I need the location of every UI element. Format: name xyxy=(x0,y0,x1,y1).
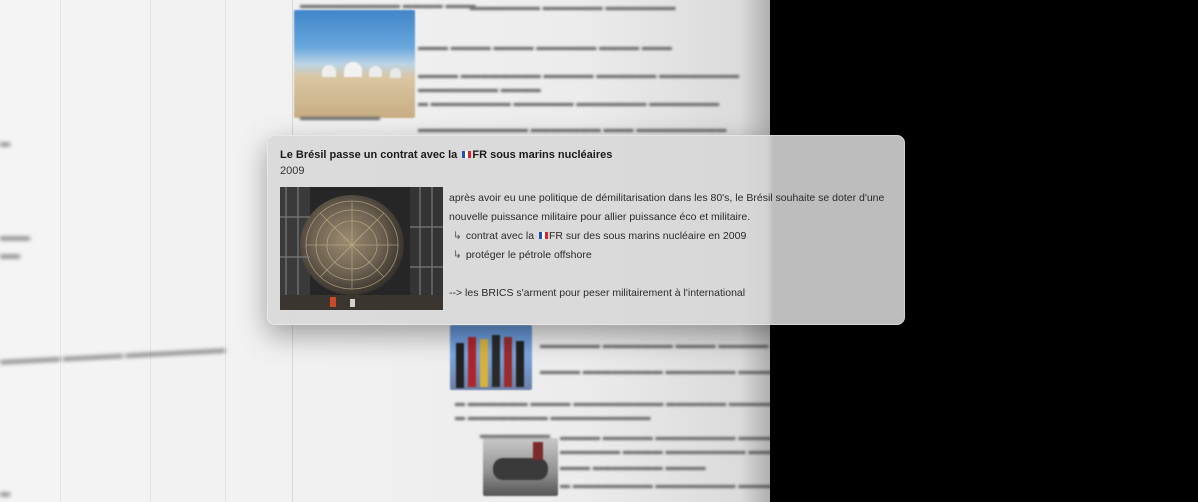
bullet-item: ↳ contrat avec la FR sur des sous marins … xyxy=(449,227,879,246)
blurred-text: ▬▬▬ xyxy=(0,232,30,243)
conclusion-line: --> les BRICS s'arment pour peser milita… xyxy=(449,287,746,299)
blurred-text: ▬▬▬▬ ▬▬▬▬▬▬▬▬ ▬▬▬▬▬ ▬▬▬▬▬▬ ▬▬▬▬▬▬▬▬ xyxy=(418,70,740,81)
blurred-text: ▬▬▬▬▬▬▬ xyxy=(480,430,550,441)
blurred-text: ▬ ▬▬▬▬▬▬ ▬▬▬▬ ▬▬▬▬▬▬▬▬▬ ▬▬▬▬▬▬ ▬▬▬▬▬ xyxy=(455,398,770,409)
blurred-text: ▬▬▬▬ ▬▬▬▬▬ ▬▬▬▬▬▬▬▬ ▬▬▬▬▬ xyxy=(560,432,770,443)
divider xyxy=(60,0,61,502)
blurred-text: ▬▬▬▬▬▬▬▬▬▬▬ ▬▬▬▬▬▬▬ ▬▬▬ ▬▬▬▬▬▬▬▬▬ xyxy=(418,124,727,135)
blurred-text: ▬▬▬▬▬▬▬ ▬▬▬▬▬▬ ▬▬▬▬▬▬▬ xyxy=(470,2,676,13)
return-arrow-icon: ↳ xyxy=(453,230,462,242)
blurred-text: ▬ xyxy=(0,138,10,149)
bullet-text-start: contrat avec la xyxy=(465,230,538,242)
blurred-text: ▬▬▬▬▬▬ ▬▬▬▬▬▬ ▬▬▬▬▬▬▬▬▬▬ xyxy=(0,344,226,367)
bullet-text-end: FR sur des sous marins nucléaire en 2009 xyxy=(549,230,747,242)
french-flag-icon xyxy=(539,232,549,239)
blurred-text: ▬▬▬▬▬▬ ▬▬▬▬▬▬▬ ▬▬▬▬ ▬▬▬▬▬ ▬▬▬▬▬▬ xyxy=(540,340,770,351)
card-year: 2009 xyxy=(280,165,305,177)
divider xyxy=(225,0,226,502)
card-title-text-start: Le Brésil passe un contrat avec la xyxy=(280,149,461,161)
return-arrow-icon: ↳ xyxy=(453,249,462,261)
blurred-text: ▬▬▬▬▬▬▬▬ xyxy=(300,112,380,123)
blurred-text: ▬▬▬ ▬▬▬▬ ▬▬▬▬ ▬▬▬▬▬▬ ▬▬▬▬ ▬▬▬ xyxy=(418,42,672,53)
blurred-text: ▬▬▬▬▬▬ ▬▬▬▬ ▬▬▬▬▬▬▬▬ ▬▬▬ ▬▬▬▬ xyxy=(560,446,770,457)
card-body: après avoir eu une politique de démilita… xyxy=(449,189,885,303)
blurred-text: ▬ ▬▬▬▬▬▬▬▬ ▬▬▬▬▬▬▬▬ ▬▬▬▬▬▬ xyxy=(560,480,770,491)
submarine-photo-graphic xyxy=(280,187,443,310)
background-photo-group xyxy=(450,325,532,390)
blurred-text: ▬▬▬ ▬▬▬▬▬▬▬ ▬▬▬▬ xyxy=(560,462,706,473)
bullet-item: ↳ protéger le pétrole offshore xyxy=(449,246,879,265)
blurred-text: ▬▬▬▬▬▬▬▬▬▬ ▬▬▬▬ ▬▬▬ xyxy=(300,0,476,11)
blurred-text: ▬▬▬▬ ▬▬▬▬▬▬▬▬ ▬▬▬▬▬▬▬ ▬▬▬▬ ▬▬▬▬▬▬▬▬ xyxy=(540,366,770,377)
blurred-text: ▬ ▬▬▬▬▬▬▬▬ ▬▬▬▬▬▬ ▬▬▬▬▬▬▬ ▬▬▬▬▬▬▬ xyxy=(418,98,720,109)
divider xyxy=(150,0,151,502)
canvas-stage: ▬▬▬▬▬▬▬▬▬▬ ▬▬▬▬ ▬▬▬ ▬▬▬▬▬▬▬ ▬▬▬▬▬▬ ▬▬▬▬▬… xyxy=(0,0,1198,502)
blurred-text: ▬ xyxy=(0,488,10,499)
blurred-text: ▬▬ xyxy=(0,250,20,261)
submarine-hull-photo[interactable] xyxy=(280,187,443,310)
card-title: Le Brésil passe un contrat avec la FR so… xyxy=(280,149,612,161)
blurred-text: ▬ ▬▬▬▬▬▬▬▬ ▬▬▬▬▬▬▬▬▬▬ xyxy=(455,412,651,423)
bullet-text: protéger le pétrole offshore xyxy=(465,249,592,261)
card-title-text-end: FR sous marins nucléaires xyxy=(472,149,613,161)
background-photo-vehicle xyxy=(483,438,558,496)
french-flag-icon xyxy=(462,151,472,158)
paragraph-line: nouvelle puissance militaire pour allier… xyxy=(449,211,751,223)
paragraph-line: après avoir eu une politique de démilita… xyxy=(449,192,885,204)
blurred-text: ▬▬▬▬▬▬▬▬ ▬▬▬▬ xyxy=(418,84,541,95)
focused-note-card[interactable]: Le Brésil passe un contrat avec la FR so… xyxy=(267,135,905,325)
background-photo-desert xyxy=(294,10,415,118)
